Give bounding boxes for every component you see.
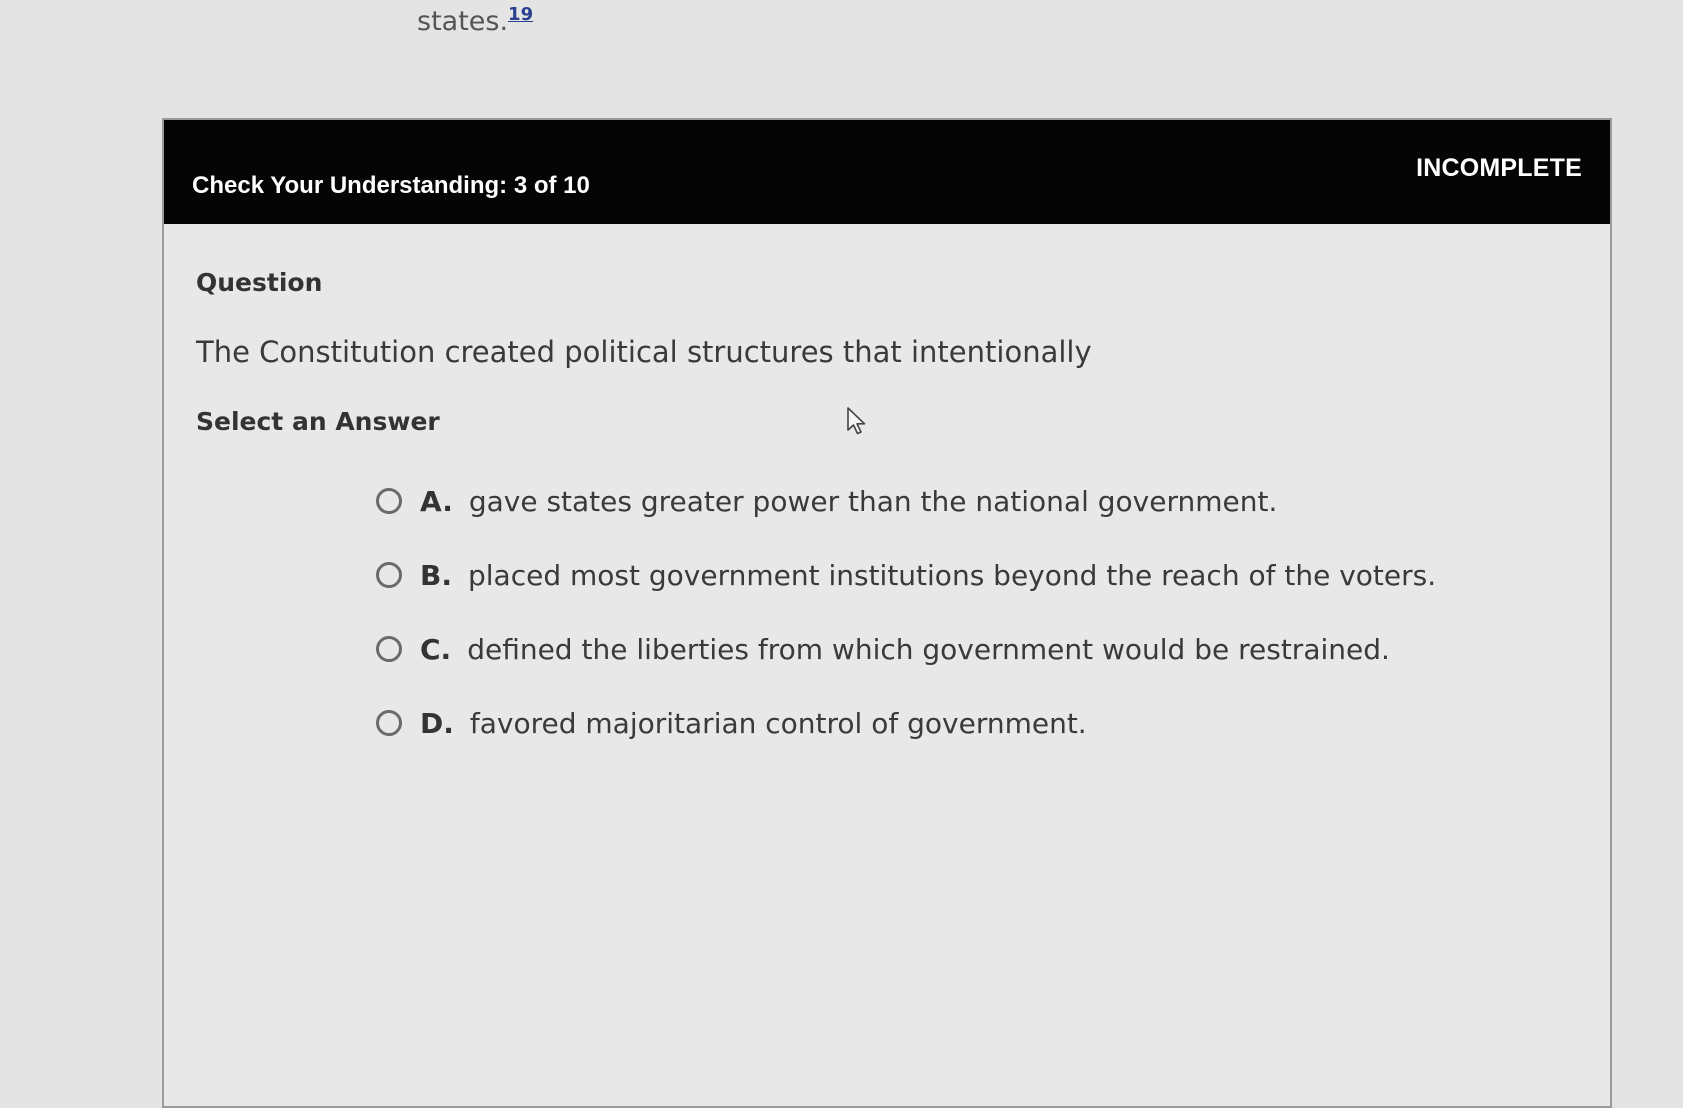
question-label: Question xyxy=(196,268,323,297)
select-answer-label: Select an Answer xyxy=(196,407,440,436)
answer-option-d[interactable]: D. favored majoritarian control of gover… xyxy=(376,686,1578,760)
check-understanding-card: Check Your Understanding: 3 of 10 INCOMP… xyxy=(162,118,1612,1108)
footnote-link[interactable]: 19 xyxy=(508,4,533,25)
answer-option-b[interactable]: B. placed most government institutions b… xyxy=(376,538,1578,612)
status-badge: INCOMPLETE xyxy=(1416,154,1582,182)
question-text: The Constitution created political struc… xyxy=(196,335,1092,369)
card-title: Check Your Understanding: 3 of 10 xyxy=(192,172,590,199)
radio-unselected-icon[interactable] xyxy=(376,488,402,514)
card-body: Question The Constitution created politi… xyxy=(164,224,1610,760)
answer-letter: B. xyxy=(420,558,452,592)
answer-option-a[interactable]: A. gave states greater power than the na… xyxy=(376,464,1578,538)
answer-text: placed most government institutions beyo… xyxy=(467,558,1437,592)
answer-text: favored majoritarian control of governme… xyxy=(469,706,1087,740)
answer-text: gave states greater power than the natio… xyxy=(468,484,1278,518)
answer-letter: D. xyxy=(420,706,454,740)
radio-unselected-icon[interactable] xyxy=(376,710,402,736)
radio-unselected-icon[interactable] xyxy=(376,636,402,662)
answer-option-c[interactable]: C. defined the liberties from which gove… xyxy=(376,612,1578,686)
answer-options: A. gave states greater power than the na… xyxy=(196,464,1578,760)
previous-content-fragment: states.19 xyxy=(417,4,533,37)
mouse-pointer-icon xyxy=(847,407,866,435)
answer-letter: C. xyxy=(420,632,452,666)
answer-letter: A. xyxy=(420,484,453,518)
radio-unselected-icon[interactable] xyxy=(376,562,402,588)
answer-text: defined the liberties from which governm… xyxy=(467,632,1390,666)
fragment-text: states. xyxy=(417,6,509,37)
card-header: Check Your Understanding: 3 of 10 INCOMP… xyxy=(164,120,1610,224)
